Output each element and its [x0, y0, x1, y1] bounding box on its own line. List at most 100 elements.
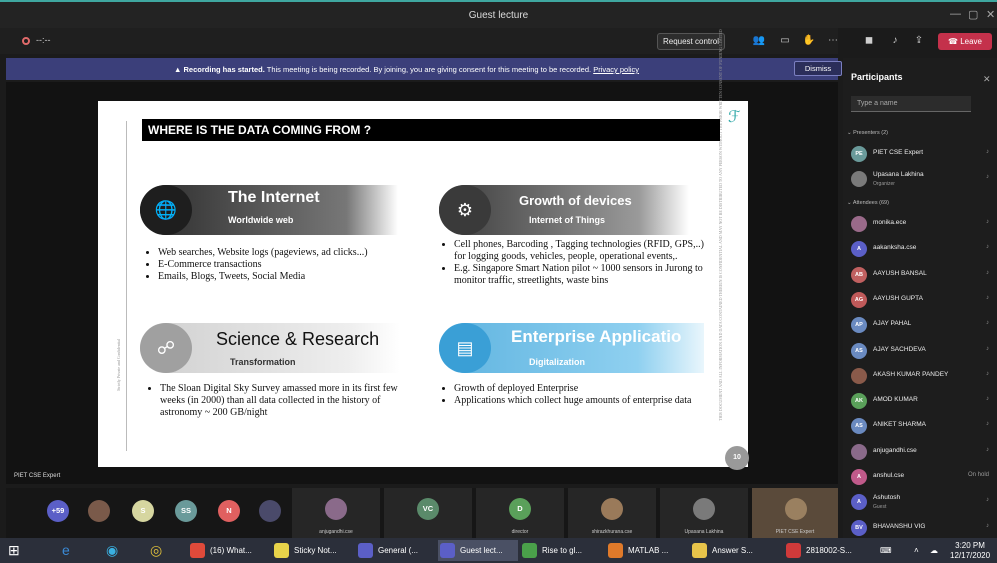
mic-icon: ♪	[986, 294, 989, 301]
video-tile[interactable]: PIET CSE Expert	[752, 488, 838, 538]
science-bullets: The Sloan Digital Sky Survey amassed mor…	[144, 383, 414, 419]
taskbar-app[interactable]: Rise to gl...	[520, 540, 602, 561]
participant-name: Ashutosh	[873, 494, 901, 502]
devices-bullets: Cell phones, Barcoding , Tagging technol…	[438, 239, 718, 287]
participant-search-input[interactable]: Type a name	[851, 96, 971, 112]
research-icon: ☍	[140, 323, 192, 373]
share-icon[interactable]: ⇪	[912, 35, 926, 47]
taskbar-app[interactable]: Sticky Not...	[272, 540, 352, 561]
chrome-icon[interactable]: ◎	[150, 540, 162, 561]
participant-row[interactable]: AK AMOD KUMAR ♪	[851, 391, 995, 411]
participant-row[interactable]: AS ANIKET SHARMA ♪	[851, 416, 995, 436]
slide-page-number: 10	[725, 446, 749, 470]
minimize-icon[interactable]: —	[950, 8, 961, 20]
recording-banner: ▲ Recording has started. This meeting is…	[6, 58, 842, 80]
video-tile[interactable]: VC	[384, 488, 472, 538]
taskbar-app[interactable]: MATLAB ...	[606, 540, 686, 561]
participant-name: BHAVANSHU VIG	[873, 522, 926, 530]
participant-avatar: A	[851, 494, 867, 511]
taskbar-app-label: Sticky Not...	[294, 546, 337, 555]
participant-name: anshul.cse	[873, 472, 905, 479]
participant-name: monika.ece	[873, 219, 907, 226]
raise-hand-icon[interactable]: ✋	[802, 35, 816, 47]
internet-bullets: Web searches, Website logs (pageviews, a…	[142, 247, 392, 283]
participant-row[interactable]: monika.ece ♪	[851, 214, 995, 234]
participant-row[interactable]: AB AAYUSH BANSAL ♪	[851, 265, 995, 285]
leave-label: Leave	[960, 37, 982, 46]
participant-name: ANIKET SHARMA	[873, 421, 926, 429]
tray-chevron-icon[interactable]: ˄	[914, 540, 919, 561]
participant-row[interactable]: anjugandhi.cse ♪	[851, 442, 995, 462]
close-icon[interactable]: ✕	[986, 8, 995, 21]
app-icon	[692, 543, 707, 558]
close-panel-icon[interactable]: ✕	[983, 74, 991, 85]
video-tile[interactable]: shirazkhurana.cse	[568, 488, 656, 538]
taskbar-app-label: General (...	[378, 546, 419, 555]
category-heading: Science & Research	[216, 329, 380, 349]
bullet: Emails, Blogs, Tweets, Social Media	[158, 271, 392, 283]
participant-avatar: AB	[851, 266, 867, 283]
participant-avatar: AK	[851, 393, 867, 410]
video-tile-name: Upasana Lakhina	[684, 529, 724, 535]
mic-icon: ♪	[986, 522, 989, 529]
participant-avatar[interactable]	[88, 500, 110, 522]
participant-row[interactable]: PE PIET CSE Expert ♪	[851, 144, 995, 164]
leave-button[interactable]: ☎ Leave	[938, 33, 992, 50]
participant-row[interactable]: Aaakanksha.cse ♪	[851, 239, 995, 259]
video-tile[interactable]: Ddirector	[476, 488, 564, 538]
edge-icon[interactable]: ◉	[106, 540, 118, 561]
app-icon	[608, 543, 623, 558]
participant-name: aakanksha.cse	[873, 244, 917, 252]
cloud-icon[interactable]: ☁	[930, 540, 938, 561]
clock-date: 12/17/2020	[950, 551, 991, 560]
mic-off-icon[interactable]: ♪	[888, 35, 902, 47]
mic-icon: ♪	[986, 244, 989, 251]
internet-explorer-icon[interactable]: e	[62, 540, 70, 561]
app-icon	[440, 543, 455, 558]
keyboard-icon[interactable]: ⌨	[880, 540, 892, 561]
participant-avatar[interactable]	[259, 500, 281, 522]
participant-avatar: BV	[851, 519, 867, 536]
privacy-policy-link[interactable]: Privacy policy	[593, 65, 639, 74]
participant-row[interactable]: AP AJAY PAHAL ♪	[851, 315, 995, 335]
request-control-button[interactable]: Request control	[657, 33, 725, 50]
taskbar-app[interactable]: Guest lect...	[438, 540, 518, 561]
taskbar-app[interactable]: General (...	[356, 540, 434, 561]
banner-bold: Recording has started.	[183, 65, 265, 74]
participant-row[interactable]: AKASH KUMAR PANDEY ♪	[851, 366, 995, 386]
video-tile[interactable]: anjugandhi.cse	[292, 488, 380, 538]
participant-avatar[interactable]: SS	[175, 500, 197, 522]
participants-icon[interactable]: 👥	[752, 35, 766, 47]
participant-row[interactable]: A Ashutosh Guest ♪	[851, 492, 995, 512]
presenter-name: PIET CSE Expert	[14, 473, 61, 479]
more-options-icon[interactable]: ⋯	[826, 35, 840, 47]
participant-row[interactable]: AG AAYUSH GUPTA ♪	[851, 290, 995, 310]
taskbar-app[interactable]: Answer S...	[690, 540, 780, 561]
panel-title: Participants	[851, 72, 903, 82]
participant-avatar[interactable]: N	[218, 500, 240, 522]
maximize-icon[interactable]: ▢	[968, 8, 978, 21]
participant-row[interactable]: Aanshul.cse On hold	[851, 467, 995, 487]
taskbar-clock[interactable]: 3:20 PM 12/17/2020	[950, 541, 990, 561]
taskbar-app-label: Rise to gl...	[542, 546, 583, 555]
mic-icon: ♪	[986, 446, 989, 453]
dismiss-button[interactable]: Dismiss	[794, 61, 842, 76]
participant-avatar: AS	[851, 342, 867, 359]
chat-icon[interactable]: ▭	[778, 35, 792, 47]
participant-avatar[interactable]: S	[132, 500, 154, 522]
windows-start-icon[interactable]: ⊞	[8, 540, 20, 561]
presenters-label: Presenters (2)	[853, 130, 888, 136]
video-tile[interactable]: Upasana Lakhina	[660, 488, 748, 538]
category-internet: 🌐 The Internet Worldwide web	[140, 185, 398, 235]
taskbar-app[interactable]: 2818002-S...	[784, 540, 862, 561]
participant-row[interactable]: Upasana Lakhina Organizer ♪	[851, 169, 995, 189]
participant-avatar[interactable]: +59	[47, 500, 69, 522]
category-enterprise: ▤ Enterprise Applicatio Digitalization	[439, 323, 704, 373]
participant-row[interactable]: AS AJAY SACHDEVA ♪	[851, 341, 995, 361]
camera-off-icon[interactable]: ◼	[862, 35, 876, 47]
taskbar-app[interactable]: (16) What...	[188, 540, 268, 561]
participant-name: anjugandhi.cse	[873, 446, 917, 454]
slide-divider	[126, 121, 127, 451]
windows-taskbar: ⊞ e ◉ ◎ (16) What... Sticky Not... General…	[0, 538, 997, 563]
participant-row[interactable]: BV BHAVANSHU VIG ♪	[851, 518, 995, 538]
